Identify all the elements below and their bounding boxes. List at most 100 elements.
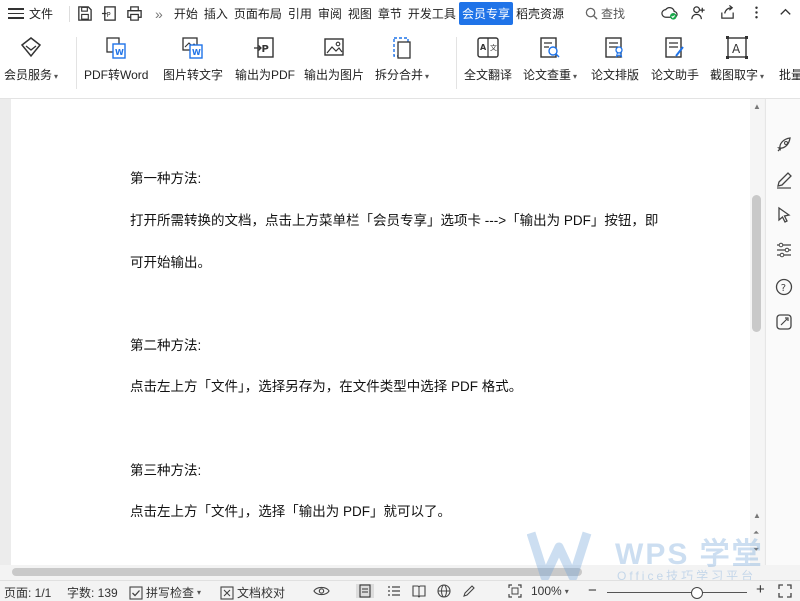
member-service-label: 会员服务 <box>4 68 53 82</box>
pen-icon <box>463 585 475 597</box>
vertical-scroll-thumb[interactable] <box>752 195 761 332</box>
collaborate-icon[interactable] <box>690 4 707 21</box>
feedback-icon[interactable] <box>774 312 794 332</box>
svg-text:P: P <box>262 44 269 55</box>
right-side-panel: ? <box>765 99 800 565</box>
print-icon[interactable] <box>126 5 143 22</box>
zoom-slider-thumb[interactable] <box>690 587 703 599</box>
search-icon <box>585 7 598 20</box>
word-count[interactable]: 字数: 139 <box>67 584 118 601</box>
web-view-button[interactable] <box>437 584 451 598</box>
method-1-text: 打开所需转换的文档，点击上方菜单栏「会员专享」选项卡 --->「输出为 PDF」… <box>130 213 659 228</box>
tab-0[interactable]: 开始 <box>171 2 201 25</box>
edit-pen-icon[interactable] <box>774 170 794 190</box>
export-image-label: 输出为图片 <box>304 68 365 82</box>
divider <box>76 37 77 89</box>
zoom-slider-track[interactable] <box>607 592 747 593</box>
tab-4[interactable]: 审阅 <box>315 2 345 25</box>
full-translate-label: 全文翻译 <box>464 68 513 82</box>
svg-text:P: P <box>107 11 111 19</box>
tab-3[interactable]: 引用 <box>285 2 315 25</box>
eye-protection-button[interactable] <box>313 584 330 598</box>
batch-label: 批量 <box>779 68 800 82</box>
status-bar: 页面: 1/1 字数: 139 拼写检查 ▾ 文档校对 100% ▾ − + <box>0 580 800 601</box>
member-service-button[interactable]: 会员服务 ▾ <box>4 35 58 83</box>
svg-text:W: W <box>192 48 201 57</box>
page-up-icon[interactable]: ⏶ <box>753 528 759 538</box>
help-icon[interactable]: ? <box>774 277 794 297</box>
method-2-text: 点击左上方「文件」，选择另存为，在文件类型中选择 PDF 格式。 <box>130 379 523 394</box>
share-icon[interactable] <box>719 4 736 21</box>
tab-1[interactable]: 插入 <box>201 2 231 25</box>
expand-icon[interactable] <box>778 584 792 598</box>
save-icon[interactable] <box>76 5 93 22</box>
page-view-button[interactable] <box>356 584 374 598</box>
screenshot-ocr-button[interactable]: A 截图取字 ▾ <box>710 35 764 83</box>
zoom-level-select[interactable]: 100% ▾ <box>531 584 569 598</box>
fullscreen-icon <box>778 584 792 598</box>
spellcheck-button[interactable]: 拼写检查 ▾ <box>129 584 201 601</box>
tab-9[interactable]: 稻壳资源 <box>513 2 567 25</box>
paper-layout-button[interactable]: 论文排版 <box>591 35 639 83</box>
vertical-scrollbar[interactable]: ▲ ▲ ⏶ ⏷ <box>750 99 764 565</box>
menu-bar: 文件 P » 开始 插入 页面布局 引用 审阅 视图 章节 开发工具 会员专享 稻壳资源 查找 <box>0 0 800 27</box>
export-image-button[interactable]: 输出为图片 <box>304 35 364 83</box>
svg-text:A: A <box>732 42 741 56</box>
method-3-text: 点击左上方「文件」，选择「输出为 PDF」就可以了。 <box>130 504 452 519</box>
method-1-heading: 第一种方法: <box>130 171 202 186</box>
page-down-icon[interactable]: ⏷ <box>753 545 759 555</box>
full-translate-button[interactable]: A文 全文翻译 <box>464 35 512 83</box>
tab-5[interactable]: 视图 <box>345 2 375 25</box>
scroll-up-arrow-icon[interactable]: ▲ <box>753 511 761 520</box>
split-merge-button[interactable]: 拆分合并 ▾ <box>375 35 429 83</box>
document-area[interactable]: 第一种方法: 打开所需转换的文档，点击上方菜单栏「会员专享」选项卡 --->「输… <box>0 99 764 565</box>
cursor-select-icon[interactable] <box>774 205 794 225</box>
paper-assistant-button[interactable]: 论文助手 <box>651 35 699 83</box>
outline-view-button[interactable] <box>387 584 401 598</box>
search-box[interactable]: 查找 <box>585 5 625 22</box>
fit-page-button[interactable] <box>508 584 522 598</box>
spellcheck-label: 拼写检查 <box>146 586 195 600</box>
translate-icon: A文 <box>477 37 499 58</box>
split-merge-label: 拆分合并 <box>375 68 424 82</box>
outline-view-icon <box>388 586 400 596</box>
hamburger-menu-icon[interactable] <box>8 8 24 19</box>
image-to-text-button[interactable]: W 图片转文字 <box>163 35 223 83</box>
export-pdf-icon: P <box>254 37 274 58</box>
batch-button[interactable]: 批量 <box>779 35 800 83</box>
zoom-out-button[interactable]: − <box>588 582 597 599</box>
horizontal-scrollbar[interactable] <box>0 565 764 579</box>
tab-7[interactable]: 开发工具 <box>405 2 459 25</box>
paper-assistant-icon <box>665 37 684 58</box>
plagiarism-check-button[interactable]: 论文查重 ▾ <box>523 35 577 83</box>
settings-sliders-icon[interactable] <box>774 240 794 260</box>
ribbon-tabs: 开始 插入 页面布局 引用 审阅 视图 章节 开发工具 会员专享 稻壳资源 <box>171 2 567 25</box>
paper-layout-icon <box>605 37 623 58</box>
writing-mode-button[interactable] <box>462 584 476 598</box>
pdf-to-word-button[interactable]: W PDF转Word <box>84 35 148 83</box>
more-options-icon[interactable] <box>748 4 765 21</box>
export-pdf-quick-icon[interactable]: P <box>101 5 118 22</box>
export-pdf-button[interactable]: P 输出为PDF <box>235 35 295 83</box>
proofread-label: 文档校对 <box>237 586 286 600</box>
proofread-button[interactable]: 文档校对 <box>220 584 285 601</box>
reading-view-button[interactable] <box>412 584 426 598</box>
rocket-icon[interactable] <box>774 135 794 155</box>
paper-layout-label: 论文排版 <box>591 68 640 82</box>
tab-8[interactable]: 会员专享 <box>458 2 513 25</box>
collapse-ribbon-icon[interactable] <box>777 4 794 21</box>
scroll-up-arrow-icon[interactable]: ▲ <box>753 102 761 111</box>
file-menu[interactable]: 文件 <box>29 5 53 22</box>
cloud-sync-icon[interactable] <box>661 4 678 21</box>
zoom-in-button[interactable]: + <box>756 581 765 598</box>
paper-assistant-label: 论文助手 <box>651 68 700 82</box>
page-indicator[interactable]: 页面: 1/1 <box>4 584 51 601</box>
tab-6[interactable]: 章节 <box>375 2 405 25</box>
image-to-text-icon: W <box>182 37 203 59</box>
proofread-icon <box>220 585 234 600</box>
tab-2[interactable]: 页面布局 <box>231 2 285 25</box>
svg-text:文: 文 <box>490 43 497 52</box>
more-icon[interactable]: » <box>155 6 163 22</box>
horizontal-scroll-thumb[interactable] <box>12 568 582 576</box>
left-gutter <box>0 99 11 565</box>
